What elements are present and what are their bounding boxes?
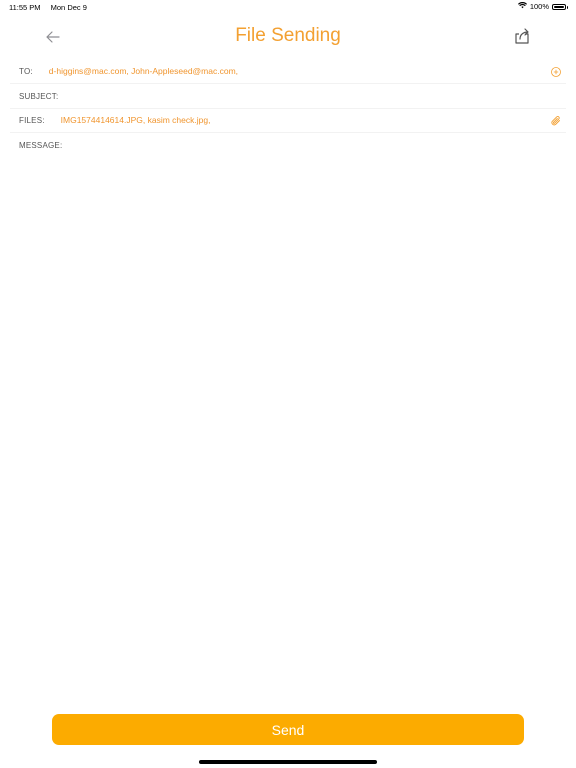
message-field-row[interactable]: MESSAGE: (10, 133, 566, 157)
status-right: 100% (517, 1, 568, 11)
battery-icon (552, 3, 568, 10)
to-label: TO: (19, 66, 33, 76)
attached-files[interactable]: IMG1574414614.JPG, kasim check.jpg, (61, 115, 211, 125)
page-title: File Sending (235, 25, 341, 46)
files-label: FILES: (19, 115, 45, 125)
files-field-row[interactable]: FILES: IMG1574414614.JPG, kasim check.jp… (10, 108, 566, 133)
status-bar: 11:55 PM Mon Dec 9 100% (0, 0, 576, 14)
to-recipients[interactable]: d-higgins@mac.com, John-Appleseed@mac.co… (49, 66, 238, 76)
home-indicator (199, 760, 377, 764)
subject-field-row[interactable]: SUBJECT: (10, 84, 566, 109)
send-button[interactable]: Send (52, 714, 524, 745)
status-time: 11:55 PM (9, 3, 41, 12)
paperclip-icon[interactable] (550, 114, 562, 126)
share-icon[interactable] (512, 26, 532, 46)
battery-percent: 100% (529, 2, 549, 11)
to-field-row[interactable]: TO: d-higgins@mac.com, John-Appleseed@ma… (10, 59, 566, 84)
nav-bar: File Sending (0, 18, 576, 58)
status-date: Mon Dec 9 (50, 3, 87, 12)
message-label: MESSAGE: (19, 140, 63, 150)
plus-circle-icon[interactable] (550, 65, 562, 77)
subject-label: SUBJECT: (19, 91, 59, 101)
wifi-icon (517, 1, 527, 11)
status-left: 11:55 PM Mon Dec 9 (9, 3, 87, 12)
